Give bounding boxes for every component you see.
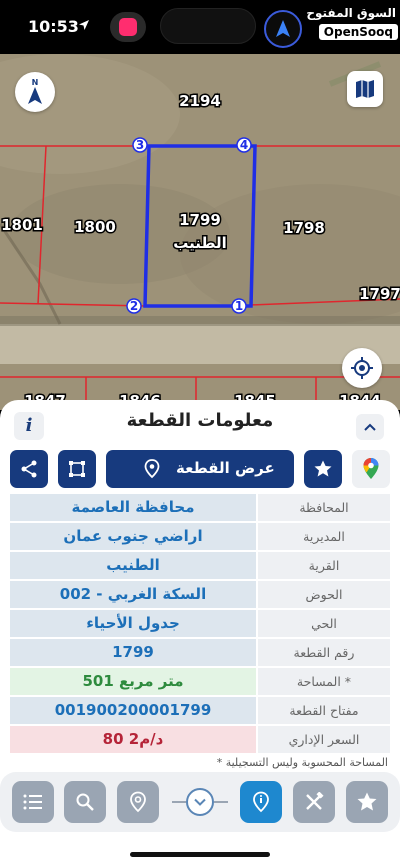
locate-parcel-button[interactable] xyxy=(117,781,159,823)
map-icon xyxy=(356,80,374,98)
list-button[interactable] xyxy=(12,781,54,823)
badge-arabic: السوق المفتوح xyxy=(306,6,396,20)
parcel-number-right-edge: 1797 xyxy=(359,285,400,303)
share-icon xyxy=(21,460,37,478)
google-maps-button[interactable] xyxy=(352,450,390,488)
location-arrow-icon xyxy=(79,20,89,30)
row-label: المحافظة xyxy=(258,494,390,521)
location-pin-icon xyxy=(144,459,160,479)
home-button[interactable] xyxy=(346,781,388,823)
opensooq-badge: السوق المفتوح OpenSooq xyxy=(306,6,398,42)
row-value: الطنيب xyxy=(10,552,256,579)
row-label: القرية xyxy=(258,552,390,579)
parcel-number-right: 1798 xyxy=(283,219,325,237)
row-parcel-key: مفتاح القطعة 001900200001799 xyxy=(10,696,390,725)
parcel-number-left: 1800 xyxy=(74,218,116,236)
search-button[interactable] xyxy=(64,781,106,823)
star-icon xyxy=(314,460,332,477)
map-canvas: 1 2 3 4 2194 1801 1800 1799 الطنيب 1798 … xyxy=(0,54,400,410)
row-value: 80 د/م2 xyxy=(10,726,256,753)
status-time: 10:53 xyxy=(28,17,79,36)
corner-label-1: 1 xyxy=(235,299,243,313)
collapse-button[interactable] xyxy=(356,414,384,440)
badge-english: OpenSooq xyxy=(318,24,398,40)
chevron-down-icon xyxy=(194,798,206,806)
row-label: رقم القطعة xyxy=(258,639,390,666)
target-icon xyxy=(351,357,373,379)
compass-button[interactable]: N xyxy=(15,72,55,112)
row-label: المديرية xyxy=(258,523,390,550)
row-label: المساحة * xyxy=(258,668,390,695)
map-layers-button[interactable] xyxy=(347,71,383,107)
area-footnote: * المساحة المحسوبة وليس التسجيلية xyxy=(216,756,388,769)
compass-icon: N xyxy=(28,78,42,104)
info-button[interactable]: i xyxy=(14,412,44,440)
row-basin: الحوض السكة الغربي - 002 xyxy=(10,580,390,609)
parcel-number-selected: 1799 xyxy=(179,211,221,229)
row-value: 001900200001799 xyxy=(10,697,256,724)
row-neighborhood: الحي جدول الأحياء xyxy=(10,609,390,638)
sheet-title: معلومات القطعة xyxy=(126,410,274,431)
crop-icon xyxy=(69,461,85,477)
svg-text:N: N xyxy=(32,78,39,87)
row-label: الحوض xyxy=(258,581,390,608)
parcel-number-left-edge: 1801 xyxy=(1,216,43,234)
row-value: السكة الغربي - 002 xyxy=(10,581,256,608)
view-parcel-button[interactable]: عرض القطعة xyxy=(106,450,294,488)
row-directorate: المديرية اراضي جنوب عمان xyxy=(10,522,390,551)
parcel-number-top: 2194 xyxy=(179,92,221,110)
favorite-button[interactable] xyxy=(304,450,342,488)
expand-toggle[interactable] xyxy=(186,788,214,816)
row-area: المساحة * 501 متر مربع xyxy=(10,667,390,696)
row-value: 1799 xyxy=(10,639,256,666)
parcel-info-tab[interactable] xyxy=(240,781,282,823)
parcel-info-table: المحافظة محافظة العاصمة المديرية اراضي ج… xyxy=(10,493,390,754)
home-indicator xyxy=(130,852,270,857)
pin-search-icon xyxy=(130,791,146,813)
chevron-up-icon xyxy=(364,423,376,431)
divider-right xyxy=(214,801,228,803)
navigation-arrow-icon xyxy=(264,10,302,48)
tools-icon xyxy=(306,792,324,810)
crop-button[interactable] xyxy=(58,450,96,488)
view-parcel-label: عرض القطعة xyxy=(176,459,275,477)
row-admin-price: السعر الإداري 80 د/م2 xyxy=(10,725,390,754)
status-bar: 10:53 السوق المفتوح OpenSooq xyxy=(0,0,400,54)
my-location-button[interactable] xyxy=(342,348,382,388)
divider-left xyxy=(172,801,186,803)
row-label: الحي xyxy=(258,610,390,637)
tools-button[interactable] xyxy=(293,781,335,823)
screen-record-indicator xyxy=(110,12,146,42)
parcel-map[interactable]: 1 2 3 4 2194 1801 1800 1799 الطنيب 1798 … xyxy=(0,54,400,410)
corner-label-4: 4 xyxy=(240,138,248,152)
parcel-name-selected: الطنيب xyxy=(173,234,227,252)
corner-label-2: 2 xyxy=(130,299,138,313)
map-pin-icon xyxy=(363,458,379,479)
row-village: القرية الطنيب xyxy=(10,551,390,580)
row-value: اراضي جنوب عمان xyxy=(10,523,256,550)
corner-label-3: 3 xyxy=(136,138,144,152)
dynamic-island xyxy=(160,8,256,44)
search-icon xyxy=(76,793,94,811)
sheet-toolbar: عرض القطعة xyxy=(0,450,400,488)
share-button[interactable] xyxy=(10,450,48,488)
row-value: 501 متر مربع xyxy=(10,668,256,695)
row-label: مفتاح القطعة xyxy=(258,697,390,724)
row-parcel-number: رقم القطعة 1799 xyxy=(10,638,390,667)
bottom-nav xyxy=(0,772,400,832)
row-governorate: المحافظة محافظة العاصمة xyxy=(10,493,390,522)
list-icon xyxy=(23,794,42,810)
home-star-icon xyxy=(357,792,377,811)
row-label: السعر الإداري xyxy=(258,726,390,753)
row-value: محافظة العاصمة xyxy=(10,494,256,521)
location-info-icon xyxy=(253,791,269,813)
row-value: جدول الأحياء xyxy=(10,610,256,637)
